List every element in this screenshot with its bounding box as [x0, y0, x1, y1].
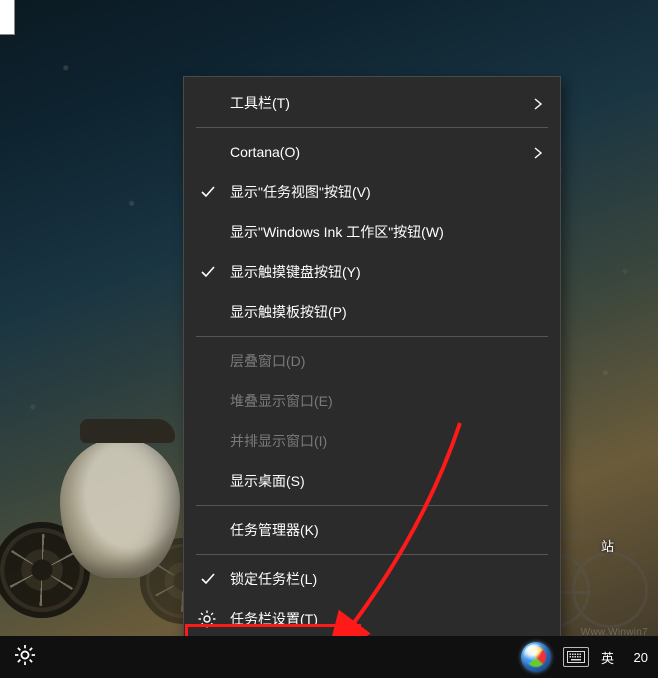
gear-icon [15, 645, 35, 670]
menu-toolbars-label: 工具栏(T) [230, 93, 290, 113]
window-edge-handle [0, 0, 15, 35]
menu-taskbar-settings[interactable]: 任务栏设置(T) [184, 599, 560, 639]
menu-task-manager[interactable]: 任务管理器(K) [184, 510, 560, 550]
menu-show-touchpad[interactable]: 显示触摸板按钮(P) [184, 292, 560, 332]
ime-keyboard-icon[interactable] [563, 647, 589, 667]
taskbar-context-menu: 工具栏(T) Cortana(O) 显示"任务视图"按钮(V) 显示"Windo… [183, 76, 561, 646]
menu-toolbars[interactable]: 工具栏(T) [184, 83, 560, 123]
menu-sidebyside-label: 并排显示窗口(I) [230, 431, 327, 451]
menu-cortana-label: Cortana(O) [230, 144, 300, 160]
menu-separator [196, 127, 548, 128]
menu-sidebyside-windows: 并排显示窗口(I) [184, 421, 560, 461]
menu-show-ink[interactable]: 显示"Windows Ink 工作区"按钮(W) [184, 212, 560, 252]
ime-language-indicator[interactable]: 英 [601, 648, 614, 667]
chevron-right-icon [532, 146, 544, 158]
desktop-icon-label-partial: 站 [601, 536, 614, 555]
menu-task-manager-label: 任务管理器(K) [230, 520, 319, 540]
checkmark-icon [200, 184, 216, 200]
checkmark-icon [200, 571, 216, 587]
menu-separator [196, 336, 548, 337]
menu-separator [196, 505, 548, 506]
menu-lock-taskbar[interactable]: 锁定任务栏(L) [184, 559, 560, 599]
tray-clock[interactable]: 20 [626, 650, 648, 665]
menu-show-touchpad-label: 显示触摸板按钮(P) [230, 302, 347, 322]
menu-show-touch-keyboard[interactable]: 显示触摸键盘按钮(Y) [184, 252, 560, 292]
gear-icon [198, 610, 216, 628]
chevron-right-icon [532, 97, 544, 109]
menu-show-ink-label: 显示"Windows Ink 工作区"按钮(W) [230, 222, 444, 242]
menu-cascade-label: 层叠窗口(D) [230, 351, 305, 371]
menu-show-desktop[interactable]: 显示桌面(S) [184, 461, 560, 501]
menu-separator [196, 554, 548, 555]
menu-show-desktop-label: 显示桌面(S) [230, 471, 305, 491]
menu-stacked-windows: 堆叠显示窗口(E) [184, 381, 560, 421]
taskbar-settings-button[interactable] [0, 636, 50, 678]
checkmark-icon [200, 264, 216, 280]
taskbar[interactable]: 英 20 [0, 636, 658, 678]
menu-cascade-windows: 层叠窗口(D) [184, 341, 560, 381]
menu-cortana[interactable]: Cortana(O) [184, 132, 560, 172]
menu-stacked-label: 堆叠显示窗口(E) [230, 391, 333, 411]
menu-show-taskview-label: 显示"任务视图"按钮(V) [230, 182, 371, 202]
menu-show-touch-keyboard-label: 显示触摸键盘按钮(Y) [230, 262, 361, 282]
menu-taskbar-settings-label: 任务栏设置(T) [230, 609, 318, 629]
system-tray: 英 20 [521, 636, 658, 678]
windows-orb-icon[interactable] [521, 642, 551, 672]
menu-lock-taskbar-label: 锁定任务栏(L) [230, 569, 317, 589]
menu-show-taskview[interactable]: 显示"任务视图"按钮(V) [184, 172, 560, 212]
